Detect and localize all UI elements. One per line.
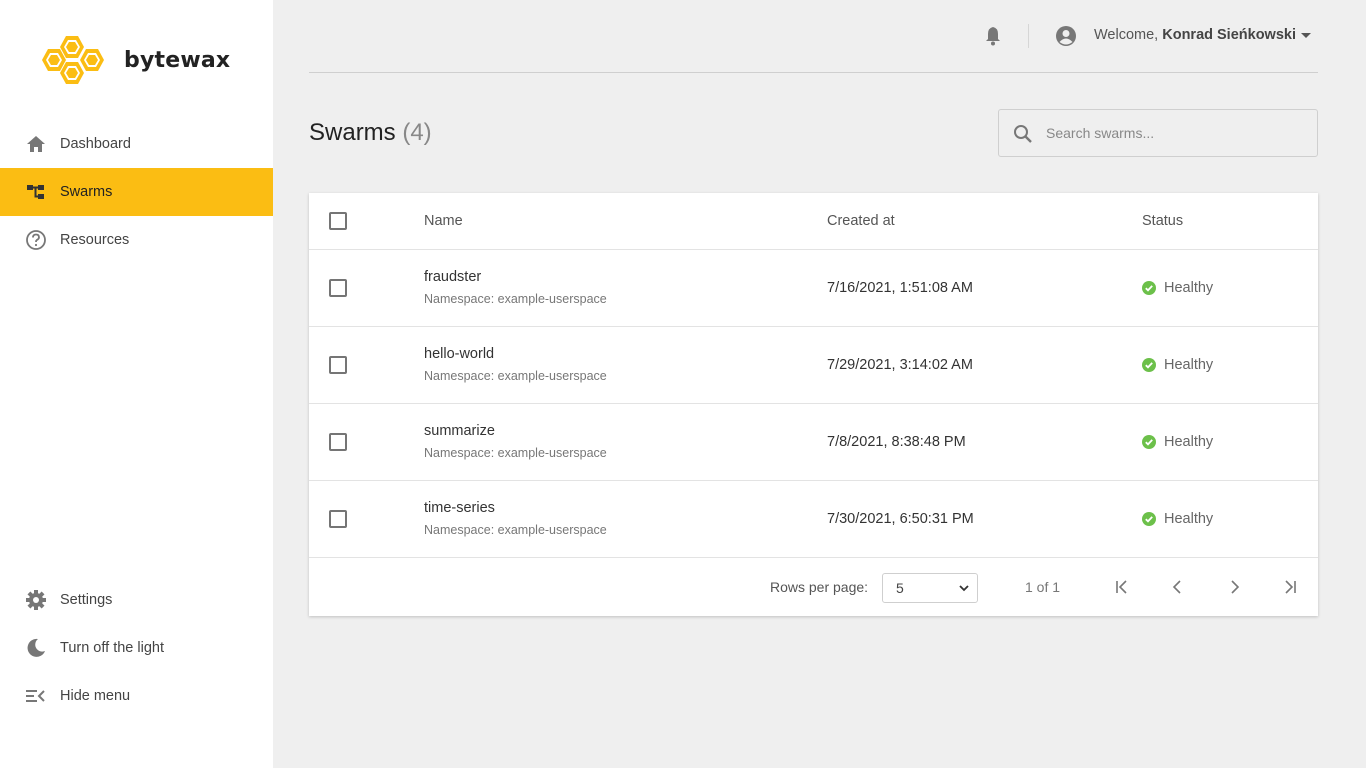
- previous-page-icon[interactable]: [1166, 575, 1190, 599]
- user-menu[interactable]: Welcome, Konrad Sieńkowski: [1094, 27, 1296, 43]
- swarm-namespace: Namespace: example-userspace: [424, 292, 607, 306]
- column-header-created[interactable]: Created at: [827, 213, 895, 229]
- swarm-name[interactable]: summarize: [424, 423, 495, 439]
- table-row[interactable]: time-series Namespace: example-userspace…: [309, 481, 1318, 558]
- sidebar-item-label: Swarms: [60, 184, 113, 200]
- status-text: Healthy: [1164, 280, 1214, 296]
- last-page-icon[interactable]: [1278, 575, 1302, 599]
- notifications-bell-icon[interactable]: [982, 25, 1004, 47]
- swarms-table: Name Created at Status fraudster Namespa…: [309, 193, 1318, 616]
- check-circle-icon: [1142, 358, 1156, 372]
- swarm-name[interactable]: fraudster: [424, 269, 481, 285]
- check-circle-icon: [1142, 435, 1156, 449]
- sidebar-item-dark-mode[interactable]: Turn off the light: [0, 624, 273, 672]
- row-checkbox[interactable]: [329, 356, 347, 374]
- sidebar-item-label: Hide menu: [60, 688, 131, 704]
- sidebar-item-label: Dashboard: [60, 136, 131, 152]
- row-checkbox[interactable]: [329, 433, 347, 451]
- column-header-status[interactable]: Status: [1142, 213, 1183, 229]
- hierarchy-icon: [25, 181, 47, 203]
- rows-per-page-select[interactable]: 5: [882, 573, 978, 603]
- help-circle-icon: [25, 229, 47, 251]
- check-circle-icon: [1142, 512, 1156, 526]
- status-badge: Healthy: [1142, 434, 1213, 450]
- user-name: Konrad Sieńkowski: [1162, 27, 1296, 43]
- gear-icon: [25, 589, 47, 611]
- page-title: Swarms (4): [309, 119, 432, 147]
- check-circle-icon: [1142, 281, 1156, 295]
- swarm-namespace: Namespace: example-userspace: [424, 369, 607, 383]
- swarm-created-at: 7/16/2021, 1:51:08 AM: [827, 280, 973, 296]
- table-row[interactable]: summarize Namespace: example-userspace 7…: [309, 404, 1318, 481]
- swarm-created-at: 7/29/2021, 3:14:02 AM: [827, 357, 973, 373]
- row-checkbox[interactable]: [329, 510, 347, 528]
- brand-logo[interactable]: bytewax: [42, 34, 230, 86]
- sidebar-item-settings[interactable]: Settings: [0, 576, 273, 624]
- sidebar-item-swarms[interactable]: Swarms: [0, 168, 273, 216]
- next-page-icon[interactable]: [1222, 575, 1246, 599]
- caret-down-icon[interactable]: [1301, 33, 1311, 38]
- top-bar: Welcome, Konrad Sieńkowski: [309, 0, 1318, 73]
- table-header: Name Created at Status: [309, 193, 1318, 250]
- menu-collapse-icon: [25, 685, 47, 707]
- first-page-icon[interactable]: [1110, 575, 1134, 599]
- status-text: Healthy: [1164, 434, 1214, 450]
- swarm-namespace: Namespace: example-userspace: [424, 446, 607, 460]
- sidebar: bytewax Dashboard Swarms Resources Setti…: [0, 0, 273, 768]
- search-icon: [1012, 123, 1034, 145]
- column-header-name[interactable]: Name: [424, 213, 463, 229]
- select-all-checkbox[interactable]: [329, 212, 347, 230]
- honeycomb-logo-icon: [42, 34, 114, 86]
- swarm-count: (4): [402, 119, 432, 146]
- account-circle-icon[interactable]: [1055, 25, 1077, 47]
- table-row[interactable]: fraudster Namespace: example-userspace 7…: [309, 250, 1318, 327]
- swarm-created-at: 7/30/2021, 6:50:31 PM: [827, 511, 974, 527]
- table-pagination: Rows per page: 5 1 of 1: [309, 558, 1318, 616]
- sidebar-item-label: Resources: [60, 232, 130, 248]
- page-title-text: Swarms: [309, 119, 396, 146]
- status-text: Healthy: [1164, 511, 1214, 527]
- status-text: Healthy: [1164, 357, 1214, 373]
- status-badge: Healthy: [1142, 357, 1213, 373]
- table-row[interactable]: hello-world Namespace: example-userspace…: [309, 327, 1318, 404]
- swarm-namespace: Namespace: example-userspace: [424, 523, 607, 537]
- search-input[interactable]: [1046, 110, 1306, 156]
- sidebar-item-label: Settings: [60, 592, 113, 608]
- sidebar-item-label: Turn off the light: [60, 640, 164, 656]
- swarm-name[interactable]: hello-world: [424, 346, 494, 362]
- status-badge: Healthy: [1142, 511, 1213, 527]
- chevron-down-icon: [959, 585, 969, 592]
- sidebar-item-hide-menu[interactable]: Hide menu: [0, 672, 273, 720]
- home-icon: [25, 133, 47, 155]
- swarm-name[interactable]: time-series: [424, 500, 495, 516]
- welcome-prefix: Welcome,: [1094, 27, 1159, 43]
- sidebar-item-resources[interactable]: Resources: [0, 216, 273, 264]
- sidebar-item-dashboard[interactable]: Dashboard: [0, 120, 273, 168]
- row-checkbox[interactable]: [329, 279, 347, 297]
- page-info: 1 of 1: [1025, 579, 1061, 595]
- swarm-created-at: 7/8/2021, 8:38:48 PM: [827, 434, 966, 450]
- moon-icon: [25, 637, 47, 659]
- status-badge: Healthy: [1142, 280, 1213, 296]
- rows-per-page-value: 5: [896, 580, 904, 596]
- search-box: [998, 109, 1318, 157]
- header-divider: [1028, 24, 1029, 48]
- rows-per-page-label: Rows per page:: [770, 579, 869, 595]
- brand-name: bytewax: [124, 47, 231, 73]
